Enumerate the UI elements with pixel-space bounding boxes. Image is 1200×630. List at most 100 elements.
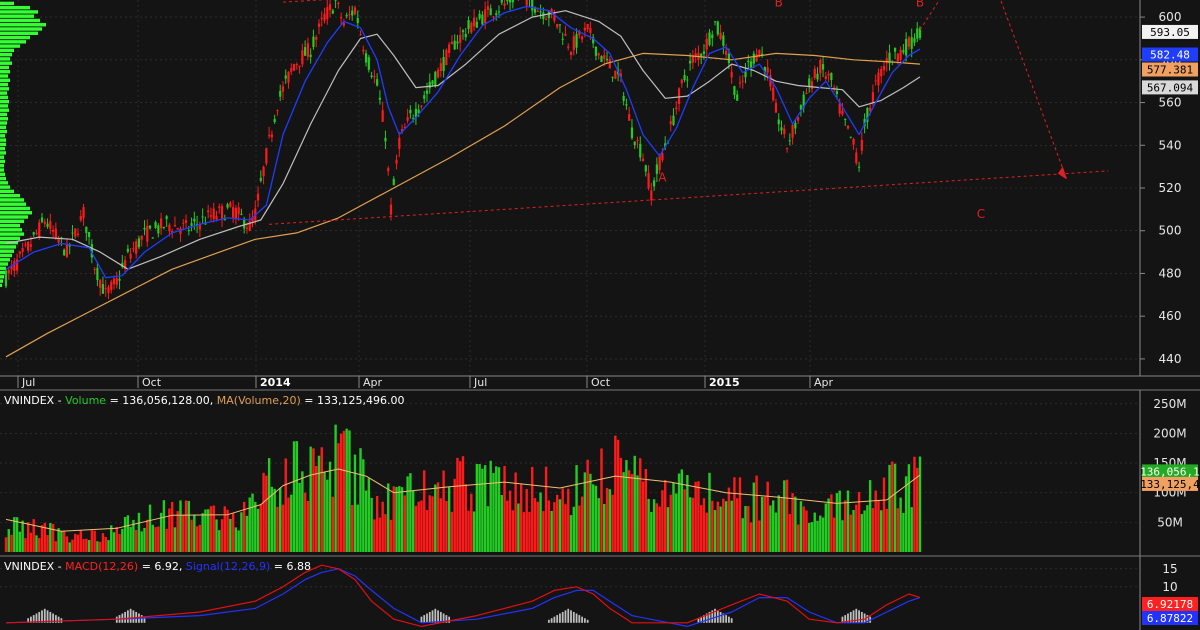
candle-body-119: [334, 0, 337, 1]
candle-body-155: [434, 71, 437, 86]
candle-body-138: [387, 168, 390, 172]
volume-bar-19: [57, 528, 60, 552]
candle-body-41: [118, 278, 121, 281]
candle-body-199: [556, 23, 559, 28]
volume-bar-280: [780, 498, 783, 552]
candle-body-279: [777, 119, 780, 125]
macd-hist-bar-199: [556, 615, 559, 623]
macd-hist-bar-196: [547, 619, 550, 623]
candle-body-96: [270, 134, 273, 138]
volume-profile-bar-20: [0, 82, 8, 87]
volume-bar-314: [874, 490, 877, 552]
macd-hist-bar-14: [43, 608, 46, 623]
candle-body-77: [218, 206, 221, 208]
volume-bar-167: [467, 510, 470, 552]
candle-body-115: [323, 13, 326, 21]
candle-body-22: [65, 243, 69, 257]
candle-body-16: [49, 221, 52, 229]
candle-body-85: [240, 213, 243, 215]
volume-profile-bar-13: [0, 52, 12, 57]
volume-bar-128: [359, 448, 362, 552]
macd-hist-bar-197: [550, 618, 553, 623]
volume-bar-31: [90, 530, 94, 552]
candle-body-46: [132, 248, 135, 250]
candle-body-111: [312, 36, 315, 48]
candle-body-51: [146, 225, 149, 242]
candle-body-36: [104, 288, 107, 290]
volume-profile-bar-9: [0, 35, 30, 40]
volume-bar-10: [32, 519, 35, 552]
volume-bar-264: [736, 498, 739, 552]
candle-body-123: [345, 15, 348, 17]
candle-body-27: [79, 215, 82, 221]
macd-hist-bar-201: [561, 611, 564, 623]
volume-bar-247: [688, 497, 692, 552]
volume-bar-61: [173, 527, 177, 552]
candle-body-180: [503, 3, 506, 6]
candle-body-285: [794, 123, 797, 129]
candle-body-4: [15, 259, 19, 271]
volume-bar-115: [323, 471, 326, 552]
candle-body-229: [639, 143, 642, 158]
candle-body-30: [87, 232, 91, 237]
volume-bar-214: [597, 498, 600, 552]
candle-body-62: [176, 227, 179, 230]
volume-bar-157: [439, 498, 443, 552]
candle-body-329: [916, 28, 919, 39]
candle-body-162: [453, 40, 456, 50]
volume-bar-251: [699, 505, 703, 552]
candle-body-169: [472, 17, 476, 27]
candle-body-236: [658, 155, 661, 171]
date-label-6: 2015: [709, 376, 740, 389]
volume-bar-66: [187, 500, 190, 552]
volume-profile-bar-58: [0, 245, 16, 249]
macd-tag-0: 6.92178: [1142, 597, 1198, 611]
volume-bar-229: [639, 458, 642, 552]
macd-hist-bar-155: [434, 608, 437, 623]
candle-body-52: [148, 225, 152, 229]
candle-159: [445, 48, 448, 66]
volume-bar-219: [611, 494, 614, 552]
volume-bar-305: [849, 514, 852, 552]
volume-bar-234: [652, 499, 656, 552]
macd-caption: VNINDEX - MACD(12,26) = 6.92, Signal(12,…: [4, 560, 311, 573]
volume-caption-part-2: = 136,056,128.00,: [106, 394, 217, 407]
candle-body-234: [653, 180, 656, 187]
candle-body-270: [752, 53, 755, 64]
candle-body-146: [409, 110, 412, 114]
volume-bar-35: [101, 533, 105, 552]
macd-hist-bar-152: [426, 613, 428, 623]
volume-profile-bar-26: [0, 108, 9, 112]
chart-window: BBAC 600580560540520500480460440 593.055…: [0, 0, 1200, 630]
macd-hist-bar-153: [428, 611, 431, 623]
price-tag-3: 567.094: [1142, 80, 1198, 95]
volume-bar-71: [201, 513, 204, 552]
volume-profile-bar-19: [0, 78, 10, 82]
candle-94: [265, 147, 268, 166]
candle-body-8: [27, 242, 30, 251]
candle-body-7: [24, 244, 27, 246]
volume-bar-82: [231, 513, 235, 552]
candle-body-328: [913, 38, 916, 43]
candle-body-110: [309, 54, 312, 58]
volume-bar-138: [387, 483, 390, 552]
volume-caption-part-0: VNINDEX -: [4, 394, 65, 407]
candle-body-253: [705, 38, 708, 50]
candle-body-227: [633, 141, 636, 146]
volume-caption: VNINDEX - Volume = 136,056,128.00, MA(Vo…: [4, 394, 404, 407]
volume-profile-bar-53: [0, 223, 20, 228]
volume-bar-80: [226, 509, 229, 552]
volume-bar-204: [569, 515, 573, 552]
volume-bar-170: [475, 463, 479, 552]
volume-bar-288: [802, 506, 805, 552]
candle-body-28: [82, 207, 85, 219]
candle-body-278: [774, 102, 778, 113]
volume-bar-175: [489, 460, 492, 552]
volume-bar-255: [711, 500, 714, 552]
volume-bar-287: [799, 501, 803, 552]
volume-profile-bar-5: [0, 18, 40, 23]
volume-bar-29: [85, 538, 88, 552]
candle-body-99: [279, 90, 282, 97]
candle-body-151: [423, 95, 426, 99]
volume-bar-307: [855, 504, 858, 552]
